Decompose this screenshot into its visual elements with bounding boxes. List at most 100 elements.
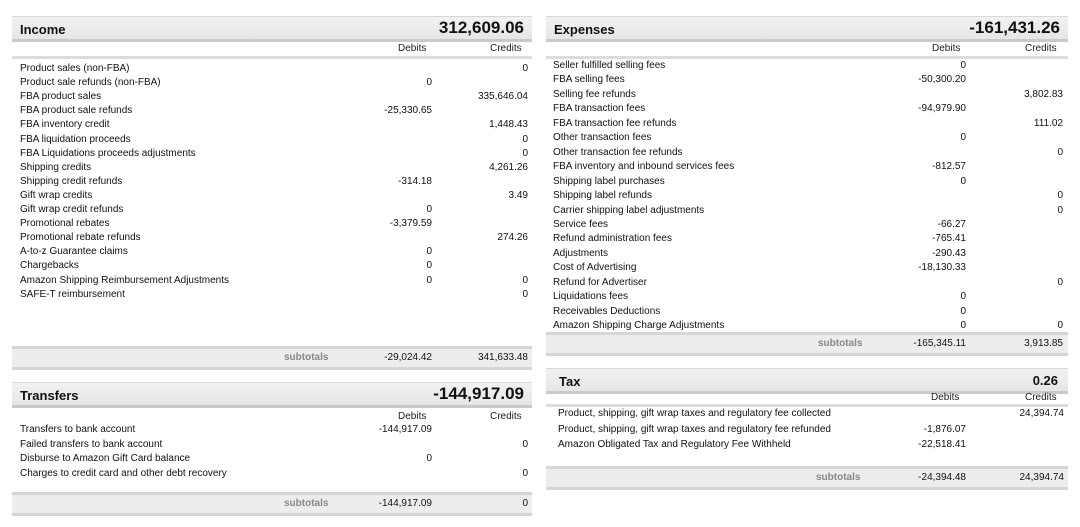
- expenses-row-label: Shipping label refunds: [553, 190, 652, 202]
- expenses-row-label: Adjustments: [553, 247, 609, 259]
- income-row-credit: 0: [522, 147, 528, 159]
- income-row-credit: 1,448.43: [489, 119, 528, 131]
- income-row-credit: 4,261.26: [489, 161, 528, 173]
- expenses-subtotals-label: subtotals: [818, 338, 863, 349]
- expenses-row-label: Other transaction fee refunds: [553, 146, 683, 158]
- income-title: Income: [20, 22, 66, 37]
- expenses-row-debit: -50,300.20: [918, 74, 966, 86]
- tax-total: 0.26: [1032, 373, 1058, 388]
- transfers-row-label: Failed transfers to bank account: [20, 438, 163, 450]
- income-row-credit: 0: [522, 63, 528, 74]
- income-panel: Income 312,609.06 Debits Credits subtota…: [12, 16, 532, 370]
- expenses-subtotals-bar: subtotals -165,345.11 3,913.85: [546, 332, 1068, 356]
- income-subtotal-credit: 341,633.48: [477, 352, 528, 363]
- income-row-label: Product sale refunds (non-FBA): [20, 77, 161, 89]
- expenses-subtotal-debit: -165,345.11: [913, 338, 966, 349]
- income-row-debit: 0: [426, 274, 432, 286]
- expenses-row-label: Seller fulfilled selling fees: [553, 60, 666, 71]
- expenses-row-debit: 0: [960, 60, 966, 71]
- income-row-label: Shipping credit refunds: [20, 175, 123, 187]
- expenses-row-label: Cost of Advertising: [553, 262, 637, 274]
- expenses-debits-header: Debits: [932, 43, 961, 54]
- income-row-debit: 0: [426, 204, 432, 215]
- transfers-panel: Transfers -144,917.09 Debits Credits sub…: [12, 382, 532, 522]
- expenses-header-rule: [546, 56, 1068, 59]
- transfers-total: -144,917.09: [433, 384, 524, 403]
- income-row-debit: 0: [426, 77, 432, 89]
- expenses-row-label: FBA transaction fees: [553, 103, 646, 115]
- income-row-label: FBA Liquidations proceeds adjustments: [20, 147, 196, 159]
- income-row-label: Gift wrap credit refunds: [20, 204, 124, 215]
- expenses-header: Expenses -161,431.26: [546, 16, 1068, 42]
- income-credits-header: Credits: [490, 43, 522, 54]
- tax-header: Tax 0.26: [546, 368, 1068, 394]
- expenses-credits-header: Credits: [1025, 43, 1057, 54]
- income-row-label: FBA product sale refunds: [20, 105, 133, 117]
- income-row-credit: 3.49: [508, 189, 528, 201]
- income-row-label: Chargebacks: [20, 260, 79, 272]
- tax-panel: Tax 0.26 Debits Credits subtotals -24,39…: [546, 368, 1068, 494]
- expenses-row-debit: 0: [960, 305, 966, 317]
- expenses-row-debit: -18,130.33: [918, 262, 966, 274]
- income-row-label: A-to-z Guarantee claims: [20, 246, 128, 258]
- expenses-title: Expenses: [554, 22, 615, 37]
- income-row-label: Promotional rebate refunds: [20, 232, 141, 244]
- expenses-row-debit: 0: [960, 132, 966, 144]
- expenses-panel: Expenses -161,431.26 Debits Credits subt…: [546, 16, 1068, 356]
- income-row-label: Promotional rebates: [20, 218, 110, 230]
- tax-title: Tax: [559, 374, 581, 389]
- tax-credits-header: Credits: [1025, 392, 1057, 403]
- expenses-total: -161,431.26: [969, 18, 1060, 37]
- expenses-row-credit: 0: [1057, 320, 1063, 332]
- tax-row-debit: -22,518.41: [918, 439, 966, 450]
- transfers-credits-header: Credits: [490, 411, 522, 422]
- transfers-row-debit: 0: [426, 453, 432, 465]
- transfers-subtotal-debit: -144,917.09: [378, 498, 432, 509]
- expenses-row-credit: 0: [1057, 276, 1063, 288]
- tax-row-label: Amazon Obligated Tax and Regulatory Fee …: [558, 439, 791, 450]
- expenses-row-label: Other transaction fees: [553, 132, 652, 144]
- income-row-credit: 0: [522, 133, 528, 145]
- income-row-debit: 0: [426, 246, 432, 258]
- transfers-row-credit: 0: [522, 438, 528, 450]
- income-subtotals-bar: subtotals -29,024.42 341,633.48: [12, 346, 532, 370]
- transfers-row-label: Charges to credit card and other debt re…: [20, 467, 227, 479]
- income-row-label: FBA inventory credit: [20, 119, 110, 131]
- tax-subtotal-credit: 24,394.74: [1019, 472, 1065, 483]
- transfers-subtotals-bar: subtotals -144,917.09 0: [12, 492, 532, 516]
- income-header-rule: [12, 56, 532, 59]
- expenses-row-label: Refund administration fees: [553, 233, 672, 245]
- income-row-credit: 274.26: [497, 232, 528, 244]
- income-row-label: FBA product sales: [20, 91, 102, 103]
- expenses-row-debit: -290.43: [932, 247, 966, 259]
- expenses-row-credit: 3,802.83: [1024, 88, 1063, 100]
- income-subtotals-label: subtotals: [284, 352, 329, 363]
- expenses-row-debit: -812.57: [932, 161, 966, 173]
- tax-header-rule: [546, 404, 1068, 407]
- expenses-row-credit: 0: [1057, 146, 1063, 158]
- income-row-credit: 335,646.04: [477, 91, 528, 103]
- expenses-row-label: FBA selling fees: [553, 74, 625, 86]
- expenses-row-debit: -94,979.90: [918, 103, 966, 115]
- tax-subtotals-label: subtotals: [816, 472, 861, 483]
- income-row-label: Product sales (non-FBA): [20, 63, 130, 74]
- income-debits-header: Debits: [398, 43, 427, 54]
- expenses-row-debit: 0: [960, 291, 966, 303]
- tax-subtotals-bar: subtotals -24,394.48 24,394.74: [546, 466, 1068, 490]
- expenses-row-label: Refund for Advertiser: [553, 276, 647, 288]
- income-row-label: Gift wrap credits: [20, 189, 93, 201]
- income-row-label: Amazon Shipping Reimbursement Adjustment…: [20, 274, 229, 286]
- expenses-row-debit: -66.27: [937, 218, 966, 230]
- tax-debits-header: Debits: [931, 392, 960, 403]
- transfers-row-debit: -144,917.09: [378, 424, 432, 435]
- transfers-subtotals-label: subtotals: [284, 498, 329, 509]
- expenses-row-credit: 0: [1057, 190, 1063, 202]
- expenses-row-label: Service fees: [553, 218, 609, 230]
- expenses-row-label: Amazon Shipping Charge Adjustments: [553, 320, 725, 332]
- income-row-debit: 0: [426, 260, 432, 272]
- tax-subtotal-debit: -24,394.48: [918, 472, 966, 483]
- tax-row-label: Product, shipping, gift wrap taxes and r…: [558, 408, 831, 419]
- expenses-row-debit: 0: [960, 320, 966, 332]
- expenses-row-credit: 111.02: [1033, 117, 1063, 129]
- income-subtotal-debit: -29,024.42: [384, 352, 432, 363]
